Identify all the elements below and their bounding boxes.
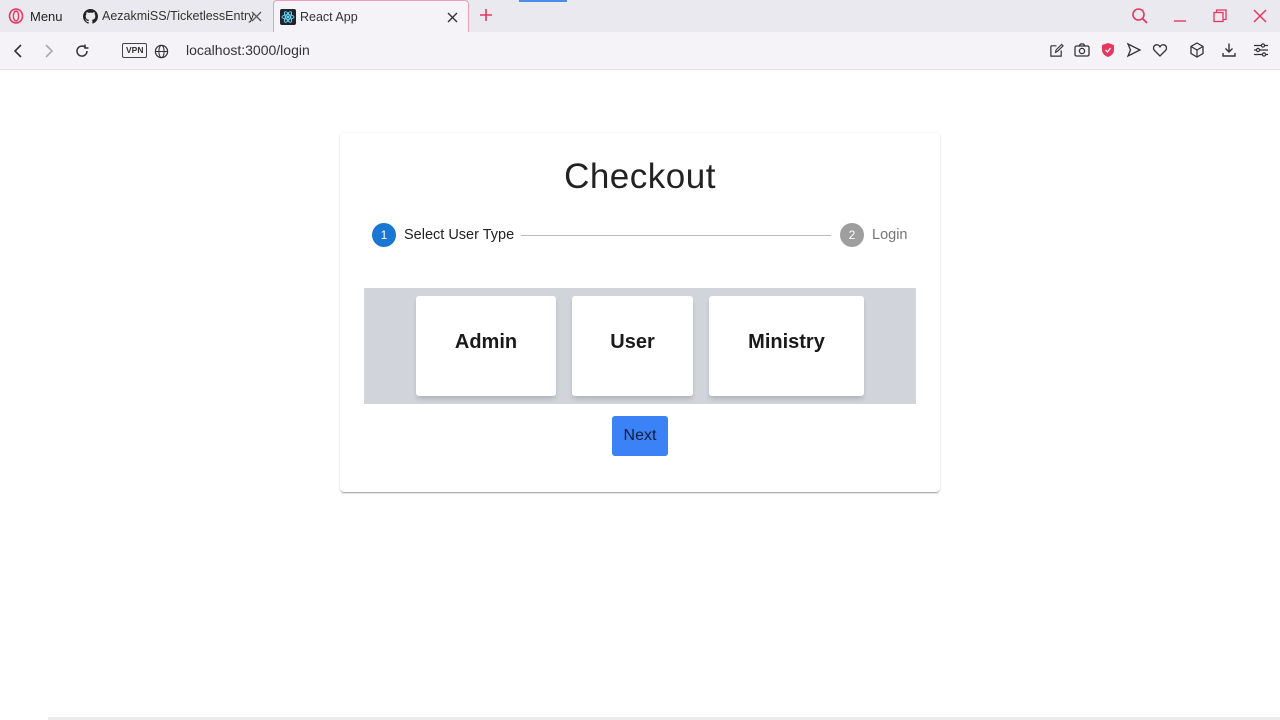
page-title: Checkout — [564, 157, 716, 196]
loading-indicator — [519, 0, 567, 2]
user-type-options: Admin User Ministry — [364, 288, 916, 404]
user-type-ministry-card[interactable]: Ministry — [709, 296, 864, 396]
tab-bar: Menu AezakmiSS/TicketlessEntry React App — [0, 0, 1280, 32]
heart-icon[interactable] — [1151, 41, 1169, 59]
step-select-user-type: 1 Select User Type — [372, 223, 514, 247]
tab-title: AezakmiSS/TicketlessEntry — [102, 9, 255, 23]
easy-setup-sliders-icon[interactable] — [1252, 41, 1270, 59]
checkout-card: Checkout 1 Select User Type 2 Login Admi… — [340, 133, 940, 492]
close-tab-icon[interactable] — [248, 8, 264, 24]
step-number-badge: 1 — [372, 223, 396, 247]
restore-icon[interactable] — [1210, 6, 1230, 26]
step-label: Select User Type — [404, 227, 515, 243]
user-type-label: Admin — [454, 330, 518, 353]
search-tabs-icon[interactable] — [1130, 6, 1150, 26]
forward-arrow-icon[interactable] — [39, 41, 59, 61]
step-login: 2 Login — [840, 223, 907, 247]
address-bar: VPN localhost:3000/login — [0, 32, 1280, 70]
menu-label: Menu — [30, 8, 63, 24]
new-tab-plus-icon[interactable] — [477, 6, 495, 24]
download-icon[interactable] — [1220, 41, 1238, 59]
github-icon — [82, 8, 98, 24]
reload-icon[interactable] — [72, 41, 92, 61]
extensions-cube-icon[interactable] — [1188, 41, 1206, 59]
tab-title: React App — [300, 9, 358, 24]
stepper-connector — [521, 235, 831, 236]
user-type-admin-card[interactable]: Admin — [416, 296, 556, 396]
step-number-badge: 2 — [840, 223, 864, 247]
react-icon — [280, 8, 296, 25]
globe-icon[interactable] — [151, 41, 171, 61]
send-icon[interactable] — [1125, 41, 1143, 59]
user-type-user-card[interactable]: User — [572, 296, 693, 396]
adblock-shield-icon[interactable] — [1099, 41, 1117, 59]
user-type-label: Ministry — [748, 330, 825, 353]
tab-react-app[interactable]: React App — [273, 0, 469, 32]
camera-icon[interactable] — [1073, 41, 1091, 59]
step-label: Login — [872, 227, 908, 243]
minimize-icon[interactable] — [1170, 6, 1190, 26]
close-window-icon[interactable] — [1250, 6, 1270, 26]
close-tab-icon[interactable] — [444, 9, 460, 25]
user-type-label: User — [610, 330, 655, 353]
vpn-badge[interactable]: VPN — [122, 43, 148, 58]
opera-menu-button[interactable]: Menu — [8, 0, 63, 32]
url-field[interactable]: localhost:3000/login — [186, 42, 310, 58]
edit-share-icon[interactable] — [1047, 41, 1065, 59]
tab-github[interactable]: AezakmiSS/TicketlessEntry — [80, 0, 272, 32]
back-arrow-icon[interactable] — [8, 41, 28, 61]
opera-logo-icon — [8, 8, 24, 24]
next-button[interactable]: Next — [612, 416, 668, 456]
